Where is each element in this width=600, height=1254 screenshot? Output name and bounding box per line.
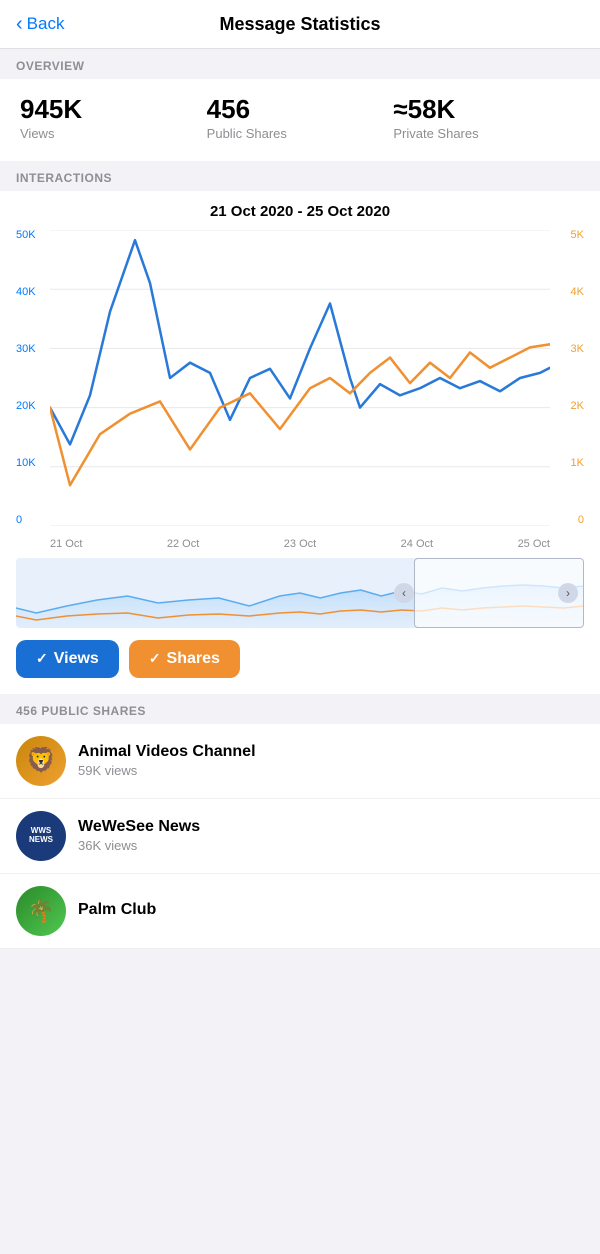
back-label: Back [27,14,65,34]
x-label-25oct: 25 Oct [518,538,550,550]
chart-title: 21 Oct 2020 - 25 Oct 2020 [16,203,584,220]
y-left-40k: 40K [16,287,36,298]
x-label-23oct: 23 Oct [284,538,316,550]
x-label-24oct: 24 Oct [401,538,433,550]
y-right-3k: 3K [571,344,584,355]
private-shares-stat: ≈58K Private Shares [393,95,580,141]
avatar: 🌴 [16,886,66,936]
public-shares-section-label: 456 PUBLIC SHARES [0,694,600,724]
views-toggle-button[interactable]: ✓ Views [16,640,119,678]
avatar: 🦁 [16,736,66,786]
share-name: WeWeSee News [78,818,584,836]
shares-list: 🦁 Animal Videos Channel 59K views WWSNEW… [0,724,600,949]
private-shares-label: Private Shares [393,126,580,141]
chart-svg [50,230,550,526]
main-chart-area: 50K 40K 30K 20K 10K 0 5K 4K 3K 2K 1K 0 [16,230,584,550]
y-left-20k: 20K [16,401,36,412]
y-left-10k: 10K [16,458,36,469]
page-title: Message Statistics [219,14,380,35]
overview-section-label: OVERVIEW [0,49,600,79]
y-left-50k: 50K [16,230,36,241]
y-right-2k: 2K [571,401,584,412]
share-name: Palm Club [78,901,584,919]
x-label-22oct: 22 Oct [167,538,199,550]
views-value: 945K [20,95,207,124]
public-shares-value: 456 [207,95,394,124]
shares-toggle-label: Shares [167,650,220,668]
toggle-row: ✓ Views ✓ Shares [16,640,584,678]
interactions-panel: 21 Oct 2020 - 25 Oct 2020 50K 40K 30K 20… [0,191,600,694]
share-views: 36K views [78,838,584,853]
private-shares-value: ≈58K [393,95,580,124]
share-info: Palm Club [78,901,584,921]
x-label-21oct: 21 Oct [50,538,82,550]
y-left-30k: 30K [16,344,36,355]
y-axis-left: 50K 40K 30K 20K 10K 0 [16,230,36,550]
list-item[interactable]: 🌴 Palm Club [0,874,600,949]
list-item[interactable]: WWSNEWS WeWeSee News 36K views [0,799,600,874]
views-check-icon: ✓ [36,650,48,667]
mini-chart-container: ‹ › [16,558,584,628]
x-axis: 21 Oct 22 Oct 23 Oct 24 Oct 25 Oct [50,538,550,550]
mini-nav-left-button[interactable]: ‹ [394,583,414,603]
shares-check-icon: ✓ [149,650,161,667]
avatar: WWSNEWS [16,811,66,861]
interactions-section-label: INTERACTIONS [0,161,600,191]
public-shares-label: Public Shares [207,126,394,141]
y-right-5k: 5K [571,230,584,241]
back-button[interactable]: ‹ Back [16,14,64,34]
header: ‹ Back Message Statistics [0,0,600,49]
y-right-1k: 1K [571,458,584,469]
shares-toggle-button[interactable]: ✓ Shares [129,640,240,678]
overview-panel: 945K Views 456 Public Shares ≈58K Privat… [0,79,600,161]
y-right-0: 0 [578,515,584,526]
share-views: 59K views [78,763,584,778]
chart-svg-container [50,230,550,526]
share-info: WeWeSee News 36K views [78,818,584,853]
back-chevron-icon: ‹ [16,14,23,34]
y-right-4k: 4K [571,287,584,298]
mini-nav-right-button[interactable]: › [558,583,578,603]
views-label: Views [20,126,207,141]
y-axis-right: 5K 4K 3K 2K 1K 0 [571,230,584,550]
share-name: Animal Videos Channel [78,743,584,761]
list-item[interactable]: 🦁 Animal Videos Channel 59K views [0,724,600,799]
public-shares-stat: 456 Public Shares [207,95,394,141]
views-stat: 945K Views [20,95,207,141]
views-toggle-label: Views [54,650,99,668]
y-left-0: 0 [16,515,36,526]
share-info: Animal Videos Channel 59K views [78,743,584,778]
